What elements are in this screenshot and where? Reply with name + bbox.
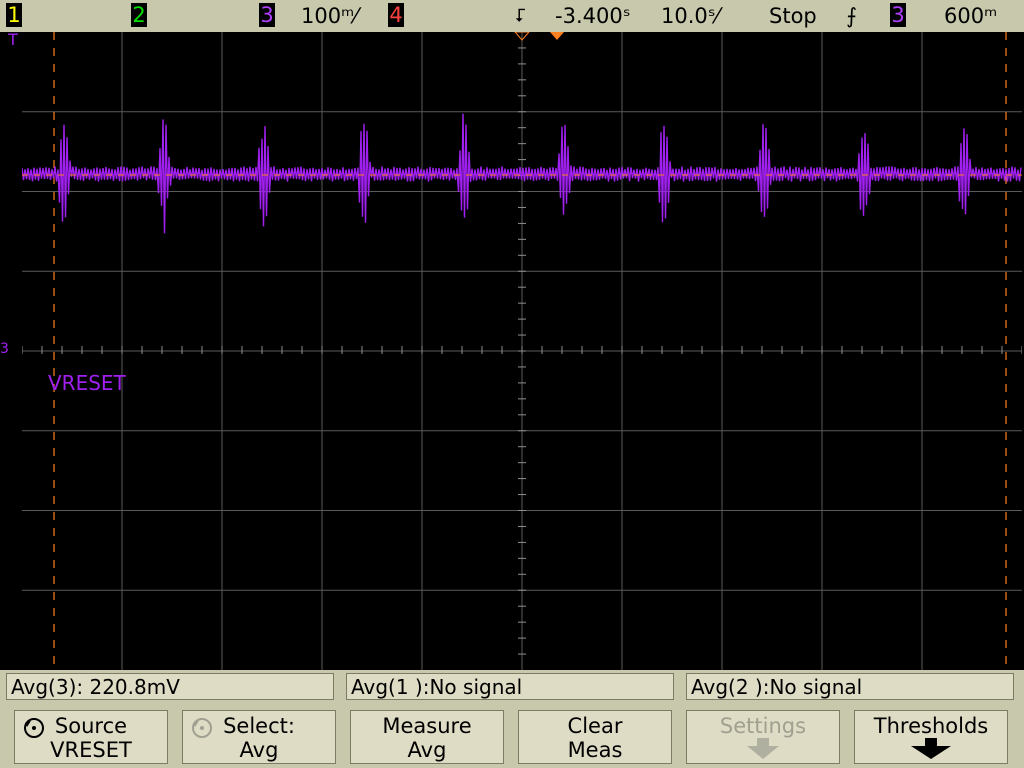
softkey-bar: Source VRESET Select: Avg Measure Avg Cl… xyxy=(0,708,1024,768)
waveform-canvas xyxy=(22,32,1022,670)
down-arrow-icon xyxy=(747,738,779,759)
trigger-level: 600ᵐ xyxy=(944,4,998,28)
trigger-position-marker-icon: T xyxy=(8,30,18,49)
trigger-time-marker xyxy=(550,32,564,40)
thresholds-softkey-label: Thresholds xyxy=(873,714,989,738)
measurement-bar: Avg(3): 220.8mV Avg(1 ):No signal Avg(2 … xyxy=(0,670,1024,708)
run-state: Stop xyxy=(769,4,817,28)
waveform-display[interactable]: VRESET xyxy=(22,32,1022,670)
channel-3-indicator[interactable]: 3 xyxy=(259,3,275,27)
down-arrow-icon xyxy=(911,738,951,759)
graticule xyxy=(22,32,1022,670)
source-softkey-value: VRESET xyxy=(50,738,132,762)
delay-value: -3.400ˢ xyxy=(555,4,631,28)
measurement-avg-1: Avg(1 ):No signal xyxy=(346,673,674,700)
settings-softkey-label: Settings xyxy=(719,714,807,738)
select-softkey[interactable]: Select: Avg xyxy=(182,710,336,764)
clear-meas-softkey[interactable]: Clear Meas xyxy=(518,710,672,764)
thresholds-softkey[interactable]: Thresholds xyxy=(854,710,1008,764)
status-bar: 1 2 3 100ᵐ⁄ 4 ⮦ -3.400ˢ 10.0ˢ⁄ Stop ⨍ 3 … xyxy=(0,0,1024,32)
timebase-value: 10.0ˢ⁄ xyxy=(661,4,720,28)
trigger-slope-icon: ⨍ xyxy=(846,4,857,28)
channel-1-indicator[interactable]: 1 xyxy=(6,3,22,27)
settings-softkey[interactable]: Settings xyxy=(686,710,840,764)
channel-3-ground-marker-icon: 3 xyxy=(0,341,9,357)
rotate-knob-icon xyxy=(192,718,212,738)
measure-softkey-value: Avg xyxy=(407,738,447,762)
select-softkey-value: Avg xyxy=(239,738,279,762)
clear-softkey-label: Clear xyxy=(567,714,623,738)
trace-label: VRESET xyxy=(48,371,126,395)
channel-2-indicator[interactable]: 2 xyxy=(131,3,147,27)
measure-avg-softkey[interactable]: Measure Avg xyxy=(350,710,504,764)
rotate-knob-icon xyxy=(24,718,44,738)
channel-4-indicator[interactable]: 4 xyxy=(388,3,404,27)
trigger-source-indicator: 3 xyxy=(890,3,906,27)
delay-icon: ⮦ xyxy=(515,5,526,26)
measurement-avg-2: Avg(2 ):No signal xyxy=(686,673,1014,700)
left-gutter: T 3 xyxy=(0,32,22,670)
clear-softkey-value: Meas xyxy=(567,738,623,762)
measure-softkey-label: Measure xyxy=(382,714,472,738)
channel-3-scale: 100ᵐ⁄ xyxy=(301,4,358,28)
source-softkey[interactable]: Source VRESET xyxy=(14,710,168,764)
measurement-avg-3: Avg(3): 220.8mV xyxy=(6,673,334,700)
